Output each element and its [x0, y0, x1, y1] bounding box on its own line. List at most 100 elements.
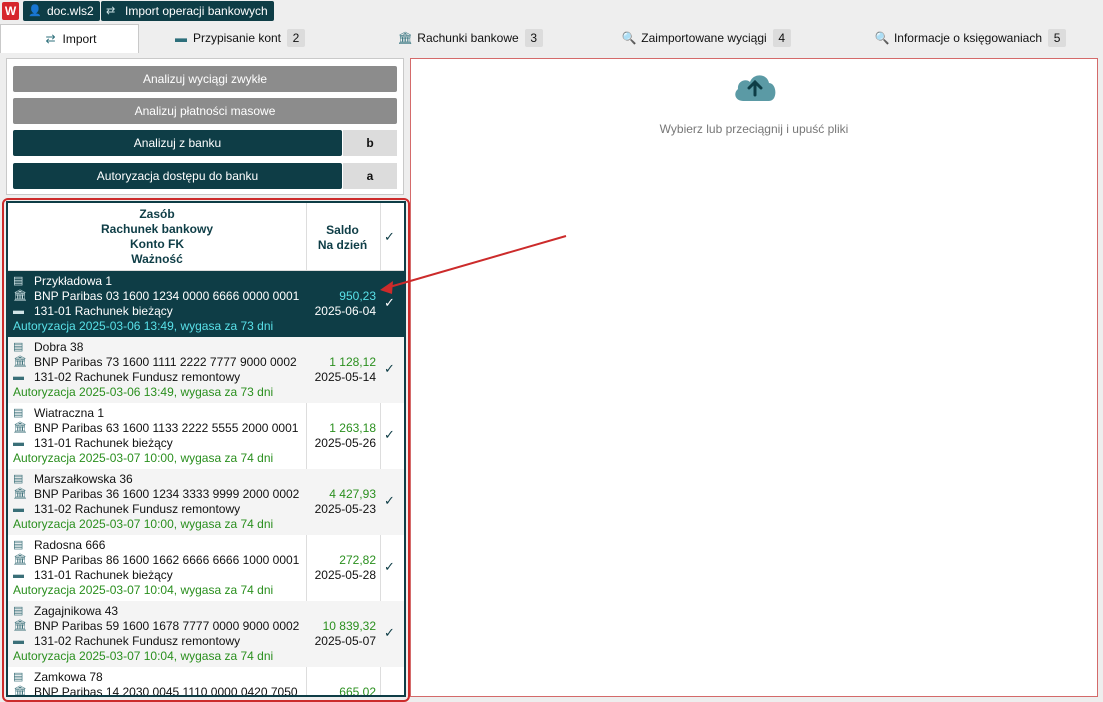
tab-posting-info[interactable]: 🔍 Informacje o księgowaniach 5	[850, 24, 1090, 53]
table-row[interactable]: ▤ Dobra 38 🏛 BNP Paribas 73 1600 1111 2222 …	[8, 337, 404, 403]
balance-amount: 665,02	[339, 685, 376, 697]
folder-icon: ▬	[13, 635, 24, 647]
resource-name: Zamkowa 78	[34, 670, 103, 684]
balance-amount: 1 263,18	[329, 421, 376, 435]
account-line: ▬ 131-02 Rachunek Fundusz remontowy	[13, 502, 305, 517]
tab-bank-accounts[interactable]: 🏛 Rachunki bankowe 3	[370, 24, 570, 53]
bank-account-number: BNP Paribas 03 1600 1234 0000 6666 0000 …	[34, 289, 300, 303]
bank-account-number: BNP Paribas 14 2030 0045 1110 0000 0420 …	[34, 685, 298, 697]
folder-icon: ▬	[13, 305, 24, 317]
resource-cell: ▤ Wiatraczna 1 🏛 BNP Paribas 63 1600 1133 2…	[13, 406, 305, 466]
balance-cell: 272,82 2025-05-28	[306, 553, 376, 583]
bank-icon: 🏛	[13, 356, 27, 368]
tab-number-badge: 5	[1048, 29, 1067, 47]
folder-icon: ▬	[13, 503, 24, 515]
tab-label: Zaimportowane wyciągi	[641, 31, 767, 45]
balance-date: 2025-05-07	[314, 634, 376, 648]
table-row[interactable]: ▤ Wiatraczna 1 🏛 BNP Paribas 63 1600 1133 2…	[8, 403, 404, 469]
resource-cell: ▤ Dobra 38 🏛 BNP Paribas 73 1600 1111 2222 …	[13, 340, 305, 400]
balance-cell: 1 263,18 2025-05-26	[306, 421, 376, 451]
balance-cell: 4 427,93 2025-05-23	[306, 487, 376, 517]
fk-account: 131-01 Rachunek bieżący	[34, 304, 173, 318]
balance-cell: 665,02	[306, 685, 376, 697]
building-icon: ▤	[13, 275, 24, 287]
bank-account-number: BNP Paribas 73 1600 1111 2222 7777 9000 …	[34, 355, 297, 369]
resource-line: ▤ Wiatraczna 1	[13, 406, 305, 421]
resource-name: Dobra 38	[34, 340, 84, 354]
tab-account-assignment[interactable]: ▬ Przypisanie kont 2	[139, 24, 339, 53]
tab-label: Rachunki bankowe	[417, 31, 519, 45]
table-header: Zasób Rachunek bankowy Konto FK Ważność …	[8, 203, 404, 271]
fk-account: 131-02 Rachunek Fundusz remontowy	[34, 370, 241, 384]
analyze-normal-button[interactable]: Analizuj wyciągi zwykłe	[13, 66, 397, 92]
app-logo-icon[interactable]: W	[2, 2, 19, 20]
resource-name: Marszałkowska 36	[34, 472, 133, 486]
analyze-mass-button[interactable]: Analizuj płatności masowe	[13, 98, 397, 124]
balance-date: 2025-05-14	[314, 370, 376, 384]
tab-bar: ⇄ Import ▬ Przypisanie kont 2 🏛 Rachunki ban…	[0, 24, 1103, 53]
authorization-validity: Autoryzacja 2025-03-07 10:00, wygasa za …	[13, 451, 274, 465]
balance-date: 2025-05-26	[314, 436, 376, 450]
check-icon[interactable]: ✓	[384, 295, 395, 311]
tab-import[interactable]: ⇄ Import	[0, 24, 139, 53]
folder-icon: ▬	[13, 371, 24, 383]
folder-icon: ▬	[13, 569, 24, 581]
tab-number-badge: 3	[524, 29, 543, 47]
table-row[interactable]: ▤ Radosna 666 🏛 BNP Paribas 86 1600 1662 66…	[8, 535, 404, 601]
table-row[interactable]: ▤ Zagajnikowa 43 🏛 BNP Paribas 59 1600 1678…	[8, 601, 404, 667]
balance-cell: 1 128,12 2025-05-14	[306, 355, 376, 385]
resource-line: ▤ Dobra 38	[13, 340, 305, 355]
doc-label: doc.wls2	[47, 4, 94, 18]
resource-line: ▤ Zamkowa 78	[13, 670, 305, 685]
bank-account-number: BNP Paribas 59 1600 1678 7777 0000 9000 …	[34, 619, 300, 633]
actions-panel: Analizuj wyciągi zwykłe Analizuj płatnoś…	[6, 58, 404, 195]
header-line: Zasób	[139, 207, 175, 221]
balance-cell: 10 839,32 2025-05-07	[306, 619, 376, 649]
tab-number-badge: 2	[287, 29, 306, 47]
resource-line: ▤ Radosna 666	[13, 538, 305, 553]
bank-account-number: BNP Paribas 63 1600 1133 2222 5555 2000 …	[34, 421, 299, 435]
shortcut-key-badge: a	[343, 163, 397, 189]
bank-icon: 🏛	[397, 31, 413, 45]
check-icon[interactable]: ✓	[384, 625, 395, 641]
table-row[interactable]: ▤ Marszałkowska 36 🏛 BNP Paribas 36 1600 12…	[8, 469, 404, 535]
building-icon: ▤	[13, 539, 24, 551]
balance-cell: 950,23 2025-06-04	[306, 289, 376, 319]
table-row[interactable]: ▤ Przykładowa 1 🏛 BNP Paribas 03 1600 1234 …	[8, 271, 404, 337]
authorization-validity: Autoryzacja 2025-03-07 10:04, wygasa za …	[13, 583, 274, 597]
resource-cell: ▤ Radosna 666 🏛 BNP Paribas 86 1600 1662 66…	[13, 538, 305, 598]
folder-icon: ▬	[13, 437, 24, 449]
check-icon[interactable]: ✓	[384, 427, 395, 443]
module-breadcrumb[interactable]: ⇄ Import operacji bankowych	[101, 1, 274, 21]
table-row[interactable]: ▤ Zamkowa 78 🏛 BNP Paribas 14 2030 0045 111…	[8, 667, 404, 697]
account-line: ▬ 131-02 Rachunek Fundusz remontowy	[13, 370, 305, 385]
analyze-bank-button[interactable]: Analizuj z banku	[13, 130, 342, 156]
drop-zone-text: Wybierz lub przeciągnij i upuść pliki	[659, 122, 849, 136]
resource-name: Radosna 666	[34, 538, 106, 552]
title-bar: W 👤 doc.wls2 ⇄ Import operacji bankowych	[0, 0, 1103, 23]
balance-date: 2025-05-23	[314, 502, 376, 516]
resource-line: ▤ Zagajnikowa 43	[13, 604, 305, 619]
building-icon: ▤	[13, 407, 24, 419]
bank-line: 🏛 BNP Paribas 14 2030 0045 1110 0000 0420…	[13, 685, 305, 697]
bank-icon: 🏛	[13, 488, 27, 500]
doc-breadcrumb[interactable]: 👤 doc.wls2	[23, 1, 100, 21]
folder-icon: ▬	[174, 31, 187, 45]
fk-account: 131-02 Rachunek Fundusz remontowy	[34, 502, 241, 516]
resource-name: Przykładowa 1	[34, 274, 113, 288]
bank-icon: 🏛	[13, 422, 27, 434]
check-icon[interactable]: ✓	[384, 361, 395, 377]
balance-amount: 4 427,93	[329, 487, 376, 501]
module-label: Import operacji bankowych	[125, 4, 268, 18]
header-line: Na dzień	[317, 238, 368, 252]
search-icon: 🔍	[874, 31, 890, 45]
authorize-bank-button[interactable]: Autoryzacja dostępu do banku	[13, 163, 342, 189]
file-drop-zone[interactable]: Wybierz lub przeciągnij i upuść pliki	[410, 58, 1098, 697]
fk-account: 131-01 Rachunek bieżący	[34, 436, 173, 450]
tab-imported-statements[interactable]: 🔍 Zaimportowane wyciągi 4	[596, 24, 816, 53]
resource-cell: ▤ Przykładowa 1 🏛 BNP Paribas 03 1600 1234 …	[13, 274, 305, 334]
check-icon[interactable]: ✓	[384, 559, 395, 575]
resource-cell: ▤ Zamkowa 78 🏛 BNP Paribas 14 2030 0045 111…	[13, 670, 305, 697]
balance-amount: 272,82	[339, 553, 376, 567]
check-icon[interactable]: ✓	[384, 493, 395, 509]
